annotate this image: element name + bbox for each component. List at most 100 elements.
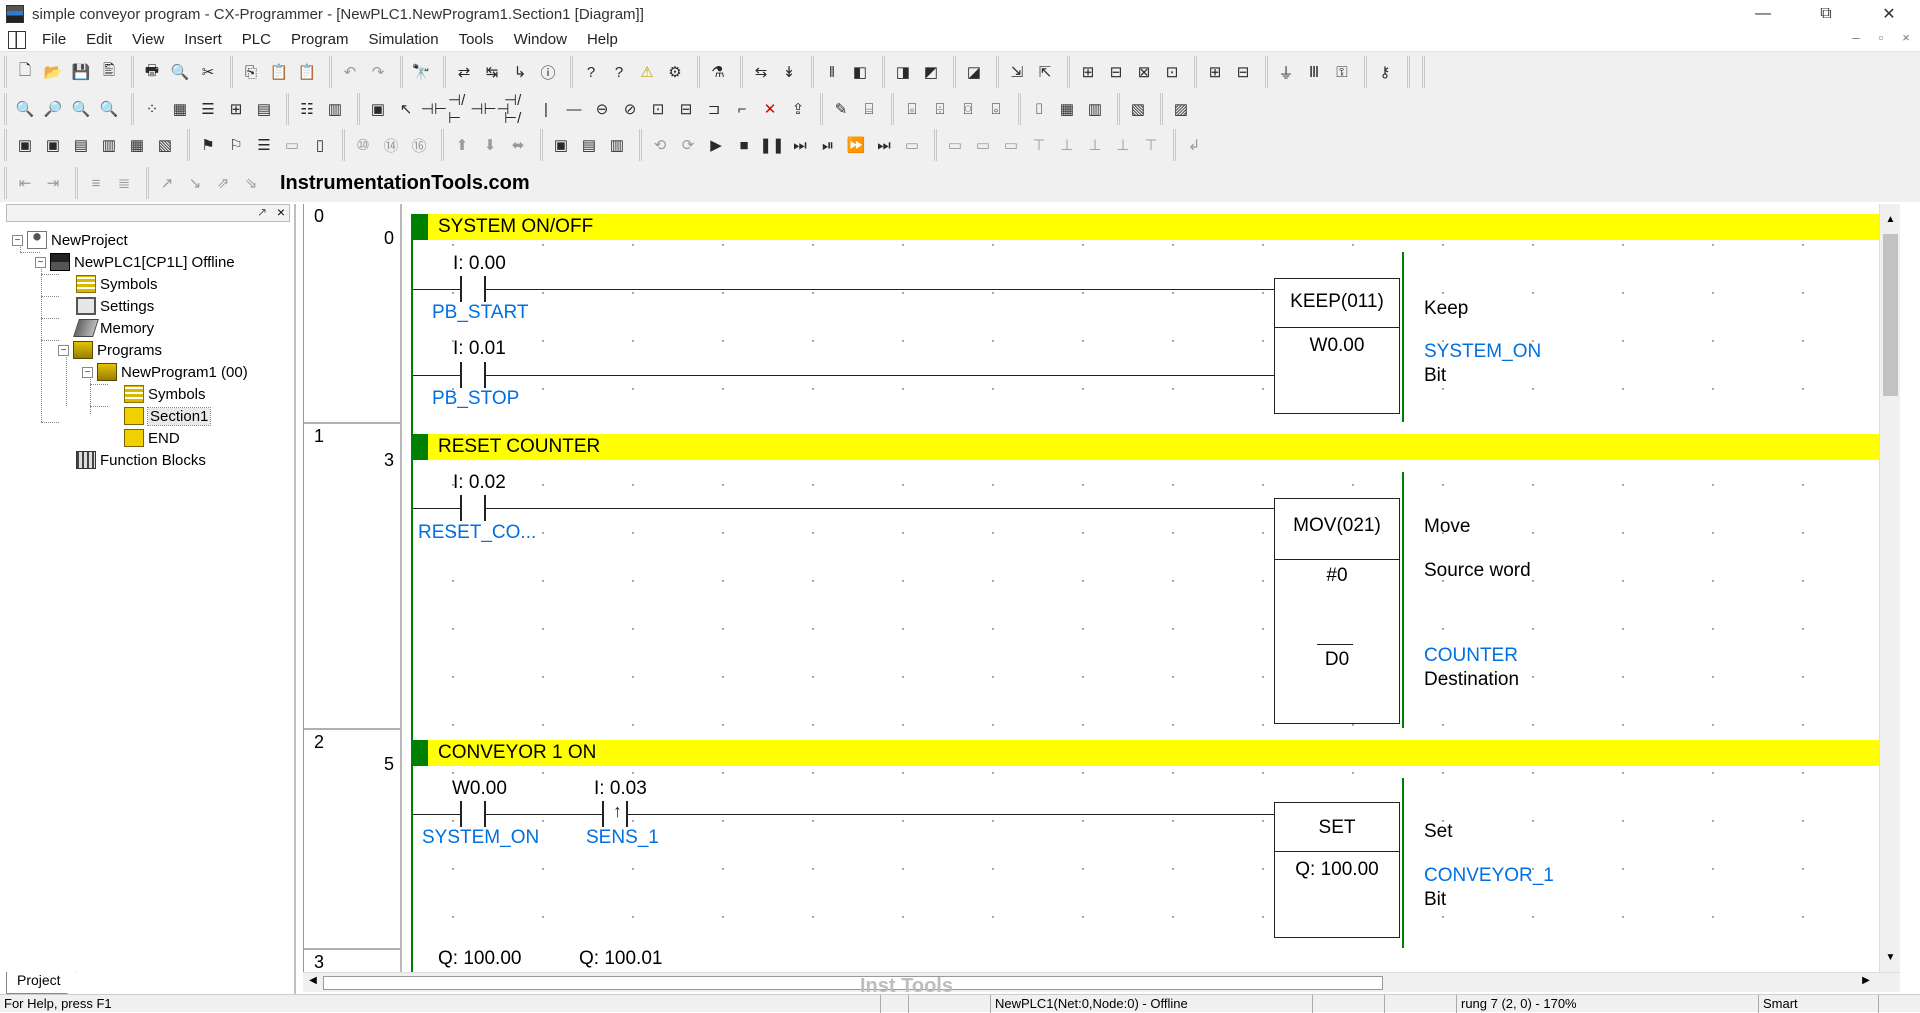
toolbar-button-icon[interactable]: ▥ [1081, 96, 1109, 122]
toolbar-button-icon[interactable]: ▭ [941, 132, 969, 158]
tab-project[interactable]: Project [6, 972, 76, 994]
pause-icon[interactable]: ‖ [818, 59, 846, 85]
scroll-right-arrow-icon[interactable]: ▶ [1858, 975, 1874, 991]
grid3-icon[interactable]: ⊞ [1201, 59, 1229, 85]
toolbar-button-icon[interactable]: ⊣⊢ [420, 96, 448, 122]
tree-item-end[interactable]: END [124, 427, 180, 449]
toolbar-button-icon[interactable]: ■ [730, 132, 758, 158]
collapse-toggle[interactable]: − [82, 366, 93, 378]
menu-insert[interactable]: Insert [174, 28, 232, 52]
cut-icon[interactable]: ✂ [194, 59, 222, 85]
toolbar-button-icon[interactable]: ⏯ [814, 132, 842, 158]
monitor-icon[interactable]: ⚗ [704, 59, 732, 85]
toolbar-button-icon[interactable]: ⑩ [349, 132, 377, 158]
tree-item-programs[interactable]: − Programs [58, 339, 162, 361]
toolbar-button-icon[interactable]: ⟲ [646, 132, 674, 158]
toolbar-button-icon[interactable]: ▧ [151, 132, 179, 158]
mdi-minimize-button[interactable]: – [1845, 30, 1867, 50]
help-icon[interactable]: ? [577, 59, 605, 85]
rung-comment-bar[interactable]: SYSTEM ON/OFF [412, 214, 1900, 240]
scroll-thumb[interactable] [1883, 234, 1898, 396]
toolbar-button-icon[interactable]: ⏭ [786, 132, 814, 158]
toolbar-button-icon[interactable]: ▣ [39, 132, 67, 158]
diff2-icon[interactable]: ⊞ [1074, 59, 1102, 85]
pin-icon[interactable]: ↗ [257, 205, 267, 219]
compile-icon[interactable]: ↡ [775, 59, 803, 85]
collapse-toggle[interactable]: − [12, 234, 23, 246]
scroll-left-arrow-icon[interactable]: ◀ [305, 975, 321, 991]
toolbar-button-icon[interactable]: ↗ [153, 170, 181, 196]
toolbar-button-icon[interactable]: ☰ [250, 132, 278, 158]
online-icon[interactable]: ⚙ [661, 59, 689, 85]
menu-tools[interactable]: Tools [449, 28, 504, 52]
toolbar-button-icon[interactable]: ▣ [364, 96, 392, 122]
menu-file[interactable]: File [32, 28, 76, 52]
toolbar-button-icon[interactable]: ↘ [181, 170, 209, 196]
toolbar-button-icon[interactable]: | [532, 96, 560, 122]
context-help-icon[interactable]: ? [605, 59, 633, 85]
toolbar-button-icon[interactable]: ↲ [1180, 132, 1208, 158]
toolbar-button-icon[interactable]: ⏭ [870, 132, 898, 158]
toolbar-button-icon[interactable]: ▭ [278, 132, 306, 158]
toolbar-button-icon[interactable]: ☰ [194, 96, 222, 122]
toolbar-button-icon[interactable]: ▤ [250, 96, 278, 122]
toolbar-button-icon[interactable]: ⊞ [222, 96, 250, 122]
toolbar-button-icon[interactable]: ⇗ [209, 170, 237, 196]
toolbar-button-icon[interactable]: ✎ [827, 96, 855, 122]
redo-icon[interactable]: ↷ [364, 59, 392, 85]
tree-item-symbols[interactable]: Symbols [76, 273, 158, 295]
cross-ref-icon[interactable]: ↳ [506, 59, 534, 85]
menu-program[interactable]: Program [281, 28, 359, 52]
toolbar-button-icon[interactable]: ▤ [575, 132, 603, 158]
toolbar-button-icon[interactable]: ⬆ [448, 132, 476, 158]
grid1-icon[interactable]: ⊠ [1130, 59, 1158, 85]
tree-item-plc[interactable]: − NewPLC1[CP1L] Offline [35, 251, 235, 273]
toolbar-button-icon[interactable]: ↖ [392, 96, 420, 122]
save-icon[interactable]: 💾 [67, 59, 95, 85]
tree-item-memory[interactable]: Memory [73, 317, 154, 339]
preview-icon[interactable]: 🔍 [166, 59, 194, 85]
toolbar-button-icon[interactable]: 🔍 [67, 96, 95, 122]
close-button[interactable]: ✕ [1866, 0, 1912, 28]
menu-view[interactable]: View [122, 28, 174, 52]
toolbar-button-icon[interactable]: ☷ [293, 96, 321, 122]
toolbar-button-icon[interactable]: ⊐ [700, 96, 728, 122]
no-contact[interactable] [460, 362, 486, 388]
grid2-icon[interactable]: ⊡ [1158, 59, 1186, 85]
tree-item-newprogram1[interactable]: − NewProgram1 (00) [82, 361, 248, 383]
tool-b-icon[interactable]: ⚷ [1371, 59, 1399, 85]
find-next-icon[interactable]: ↹ [478, 59, 506, 85]
diff3-icon[interactable]: ⊟ [1102, 59, 1130, 85]
toolbar-button-icon[interactable]: ⌸ [855, 96, 883, 122]
toolbar-button-icon[interactable]: ⊤ [1137, 132, 1165, 158]
force-on-icon[interactable]: ⏚ [1272, 59, 1300, 85]
tree-item-program-symbols[interactable]: Symbols [124, 383, 206, 405]
toolbar-button-icon[interactable]: ⌼ [954, 96, 982, 122]
menu-help[interactable]: Help [577, 28, 628, 52]
menu-window[interactable]: Window [504, 28, 577, 52]
transfer-icon[interactable]: ⇆ [747, 59, 775, 85]
print-preview-icon[interactable]: 🖺 [95, 59, 123, 85]
undo-icon[interactable]: ↶ [336, 59, 364, 85]
toolbar-button-icon[interactable]: ⚑ [194, 132, 222, 158]
toolbar-button-icon[interactable]: ⇥ [39, 170, 67, 196]
toolbar-button-icon[interactable]: ⊤ [1025, 132, 1053, 158]
collapse-toggle[interactable]: − [58, 344, 69, 356]
vertical-scrollbar[interactable]: ▲ ▼ [1879, 204, 1900, 974]
toolbar-button-icon[interactable]: ▶ [702, 132, 730, 158]
toolbar-button-icon[interactable]: ▥ [321, 96, 349, 122]
toolbar-button-icon[interactable]: ⊥ [1109, 132, 1137, 158]
toolbar-button-icon[interactable]: ▨ [1167, 96, 1195, 122]
toolbar-button-icon[interactable]: ▦ [123, 132, 151, 158]
grid4-icon[interactable]: ⊟ [1229, 59, 1257, 85]
window3-icon[interactable]: ◪ [960, 59, 988, 85]
no-contact[interactable] [460, 801, 486, 827]
tree-item-newproject[interactable]: − NewProject [12, 229, 128, 251]
toolbar-button-icon[interactable]: ⊥ [1053, 132, 1081, 158]
toolbar-button-icon[interactable]: 🔍 [95, 96, 123, 122]
new-icon[interactable]: 🗋 [11, 59, 39, 85]
toolbar-button-icon[interactable]: ▦ [166, 96, 194, 122]
menu-plc[interactable]: PLC [232, 28, 281, 52]
toolbar-button-icon[interactable]: ⏩ [842, 132, 870, 158]
keep-instruction-block[interactable]: KEEP(011) W0.00 [1274, 278, 1400, 414]
